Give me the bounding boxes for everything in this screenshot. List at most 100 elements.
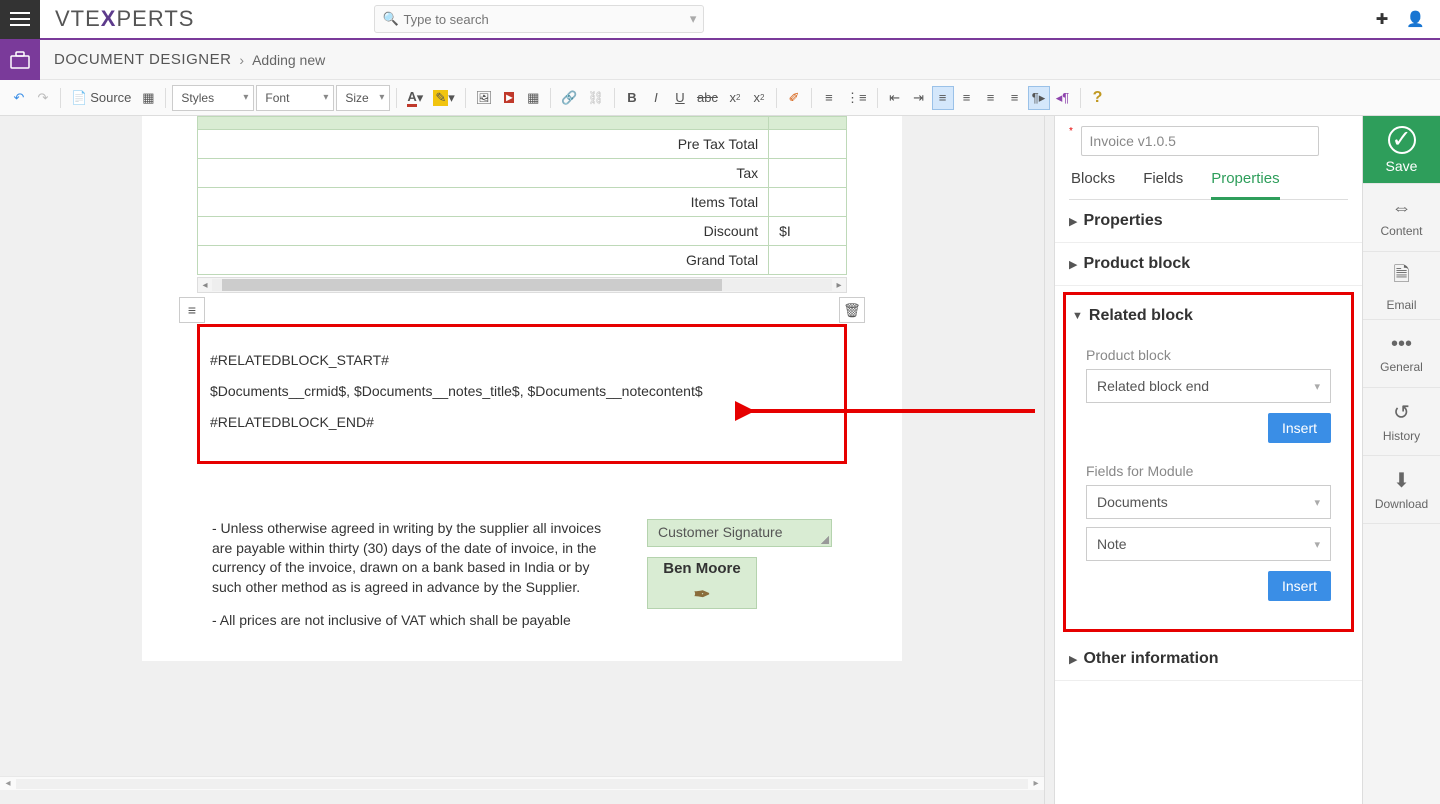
redo-button[interactable]: ↷ bbox=[32, 86, 54, 110]
bg-color-button[interactable]: ✎▾ bbox=[429, 86, 458, 110]
totals-table[interactable]: Pre Tax TotalTaxItems TotalDiscount$IGra… bbox=[197, 116, 847, 275]
terms-p1: - Unless otherwise agreed in writing by … bbox=[212, 519, 607, 597]
styles-select[interactable]: Styles bbox=[172, 85, 254, 111]
breadcrumb-module[interactable]: Document Designer bbox=[54, 51, 231, 68]
table-horizontal-scrollbar[interactable]: ◂▸ bbox=[197, 277, 847, 293]
help-button[interactable]: ? bbox=[1087, 86, 1109, 110]
align-right-button[interactable]: ≡ bbox=[980, 86, 1002, 110]
font-select[interactable]: Font bbox=[256, 85, 334, 111]
insert-block-button[interactable]: Insert bbox=[1268, 413, 1331, 443]
image-button[interactable]: 🖼 bbox=[472, 86, 497, 110]
check-icon: ✓ bbox=[1388, 126, 1416, 154]
top-right-icons: ✚ 👤 bbox=[1376, 10, 1425, 28]
total-value bbox=[769, 246, 847, 275]
outdent-button[interactable]: ⇤ bbox=[884, 86, 906, 110]
text-color-button[interactable]: A▾ bbox=[403, 86, 427, 110]
module-select[interactable]: Documents bbox=[1086, 485, 1331, 519]
caret-down-icon: ▼ bbox=[1072, 310, 1083, 322]
tab-fields[interactable]: Fields bbox=[1143, 170, 1183, 199]
align-center-button[interactable]: ≡ bbox=[956, 86, 978, 110]
undo-button[interactable]: ↶ bbox=[8, 86, 30, 110]
remove-format-button[interactable]: ✐ bbox=[783, 86, 805, 110]
block-controls: ≡ 🗑 bbox=[179, 295, 865, 325]
email-tab[interactable]: 🗎Email bbox=[1363, 252, 1440, 320]
fields-module-label: Fields for Module bbox=[1086, 463, 1331, 479]
canvas-horizontal-scrollbar[interactable]: ◂▸ bbox=[0, 776, 1044, 790]
video-button[interactable]: ▶ bbox=[498, 86, 520, 110]
indent-button[interactable]: ⇥ bbox=[908, 86, 930, 110]
strike-button[interactable]: abc bbox=[693, 86, 722, 110]
main-menu-button[interactable] bbox=[0, 0, 40, 39]
caret-right-icon: ▶ bbox=[1069, 215, 1077, 228]
search-dropdown-icon[interactable]: ▾ bbox=[690, 11, 697, 27]
section-related-block: ▼Related block Product block Related blo… bbox=[1063, 292, 1354, 632]
underline-button[interactable]: U bbox=[669, 86, 691, 110]
total-label bbox=[198, 117, 769, 130]
tab-properties[interactable]: Properties bbox=[1211, 170, 1279, 200]
add-icon[interactable]: ✚ bbox=[1376, 10, 1389, 28]
history-tab[interactable]: ↺History bbox=[1363, 388, 1440, 456]
source-button[interactable]: 📄 Source bbox=[67, 86, 135, 110]
table-row: Discount$I bbox=[198, 217, 847, 246]
ltr-button[interactable]: ¶▸ bbox=[1028, 86, 1050, 110]
general-tab[interactable]: •••General bbox=[1363, 320, 1440, 388]
rtl-button[interactable]: ◂¶ bbox=[1052, 86, 1074, 110]
total-value bbox=[769, 117, 847, 130]
tab-blocks[interactable]: Blocks bbox=[1071, 170, 1115, 199]
section-properties[interactable]: ▶Properties bbox=[1055, 200, 1362, 243]
related-line-1: #RELATEDBLOCK_START# bbox=[210, 345, 834, 376]
email-icon: 🗎 bbox=[1393, 260, 1409, 294]
subscript-button[interactable]: x2 bbox=[724, 86, 746, 110]
block-delete-button[interactable]: 🗑 bbox=[839, 297, 865, 323]
breadcrumb-bar: Document Designer › Adding new bbox=[0, 40, 1440, 80]
user-icon[interactable]: 👤 bbox=[1406, 10, 1425, 28]
hamburger-icon bbox=[10, 12, 30, 26]
signature-area: Customer Signature Ben Moore ✒ bbox=[647, 519, 832, 631]
size-select[interactable]: Size bbox=[336, 85, 390, 111]
document-canvas: Pre Tax TotalTaxItems TotalDiscount$IGra… bbox=[0, 116, 1044, 804]
total-label: Grand Total bbox=[198, 246, 769, 275]
total-value bbox=[769, 159, 847, 188]
superscript-button[interactable]: x2 bbox=[748, 86, 770, 110]
related-line-3: #RELATEDBLOCK_END# bbox=[210, 407, 834, 438]
app-logo: VTEXPERTS bbox=[55, 6, 194, 32]
block-drag-handle[interactable]: ≡ bbox=[179, 297, 205, 323]
signature-label-box[interactable]: Customer Signature bbox=[647, 519, 832, 547]
insert-field-button[interactable]: Insert bbox=[1268, 571, 1331, 601]
canvas-vertical-scrollbar[interactable] bbox=[1044, 116, 1054, 804]
related-block-header[interactable]: ▼Related block bbox=[1072, 303, 1345, 333]
total-label: Pre Tax Total bbox=[198, 130, 769, 159]
table-row: Grand Total bbox=[198, 246, 847, 275]
templates-button[interactable]: ▦ bbox=[137, 86, 159, 110]
italic-button[interactable]: I bbox=[645, 86, 667, 110]
align-justify-button[interactable]: ≡ bbox=[1004, 86, 1026, 110]
module-icon[interactable] bbox=[0, 40, 40, 80]
search-input[interactable] bbox=[374, 5, 704, 33]
table-row: Pre Tax Total bbox=[198, 130, 847, 159]
breadcrumb-separator-icon: › bbox=[239, 52, 244, 68]
signature-image[interactable]: Ben Moore ✒ bbox=[647, 557, 757, 609]
total-value: $I bbox=[769, 217, 847, 246]
product-block-select[interactable]: Related block end bbox=[1086, 369, 1331, 403]
unlink-button[interactable]: ⛓ bbox=[583, 86, 608, 110]
download-tab[interactable]: ⬇Download bbox=[1363, 456, 1440, 524]
link-button[interactable]: 🔗 bbox=[557, 86, 581, 110]
align-left-button[interactable]: ≡ bbox=[932, 86, 954, 110]
related-block-content[interactable]: #RELATEDBLOCK_START# $Documents__crmid$,… bbox=[197, 324, 847, 464]
total-label: Discount bbox=[198, 217, 769, 246]
bullet-list-button[interactable]: ⋮≡ bbox=[842, 86, 871, 110]
editor-toolbar: ↶ ↷ 📄 Source ▦ Styles Font Size A▾ ✎▾ 🖼 … bbox=[0, 80, 1440, 116]
bold-button[interactable]: B bbox=[621, 86, 643, 110]
save-tab[interactable]: ✓Save bbox=[1363, 116, 1440, 184]
terms-p2: - All prices are not inclusive of VAT wh… bbox=[212, 611, 607, 631]
total-value bbox=[769, 130, 847, 159]
total-label: Items Total bbox=[198, 188, 769, 217]
numbered-list-button[interactable]: ≡ bbox=[818, 86, 840, 110]
content-tab[interactable]: ⇔Content bbox=[1363, 184, 1440, 252]
product-block-label: Product block bbox=[1086, 347, 1331, 363]
section-other-info[interactable]: ▶Other information bbox=[1055, 638, 1362, 681]
template-name-input[interactable] bbox=[1081, 126, 1319, 156]
section-product-block[interactable]: ▶Product block bbox=[1055, 243, 1362, 286]
table-button[interactable]: ▦ bbox=[522, 86, 544, 110]
field-select[interactable]: Note bbox=[1086, 527, 1331, 561]
